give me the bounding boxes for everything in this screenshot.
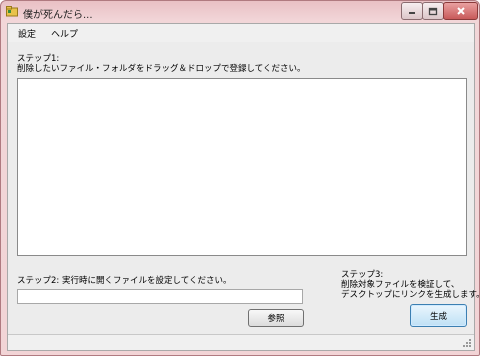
title-bar[interactable]: 僕が死んだら... [1, 1, 479, 23]
minimize-icon [409, 12, 415, 14]
step3-label: ステップ3: 削除対象ファイルを検証して、 デスクトップにリンクを生成します。 [341, 270, 480, 300]
close-button[interactable] [443, 2, 478, 20]
menu-bar: 設定 ヘルプ [8, 24, 474, 42]
resize-grip-icon[interactable] [462, 338, 472, 348]
window-title: 僕が死んだら... [23, 10, 93, 21]
client-area: 設定 ヘルプ ステップ1: 削除したいファイル・フォルダをドラッグ＆ドロップで登… [7, 23, 479, 351]
generate-button[interactable]: 生成 [410, 304, 467, 327]
menu-item-help[interactable]: ヘルプ [51, 27, 78, 40]
file-drop-list[interactable] [17, 78, 467, 256]
menu-item-settings[interactable]: 設定 [18, 27, 36, 40]
status-bar [8, 334, 474, 350]
step2-label: ステップ2: 実行時に開くファイルを設定してください。 [17, 276, 232, 286]
app-window: 僕が死んだら... 設定 ヘルプ ステップ1: 削除したいファイル・フォルダをド… [0, 0, 480, 356]
minimize-button[interactable] [401, 2, 423, 20]
maximize-button[interactable] [422, 2, 444, 20]
close-icon [456, 7, 465, 15]
maximize-icon [428, 7, 438, 15]
step1-label: ステップ1: 削除したいファイル・フォルダをドラッグ＆ドロップで登録してください… [17, 54, 306, 74]
open-file-path-input[interactable] [17, 289, 303, 304]
browse-button[interactable]: 参照 [248, 309, 304, 327]
folder-icon [6, 5, 18, 17]
